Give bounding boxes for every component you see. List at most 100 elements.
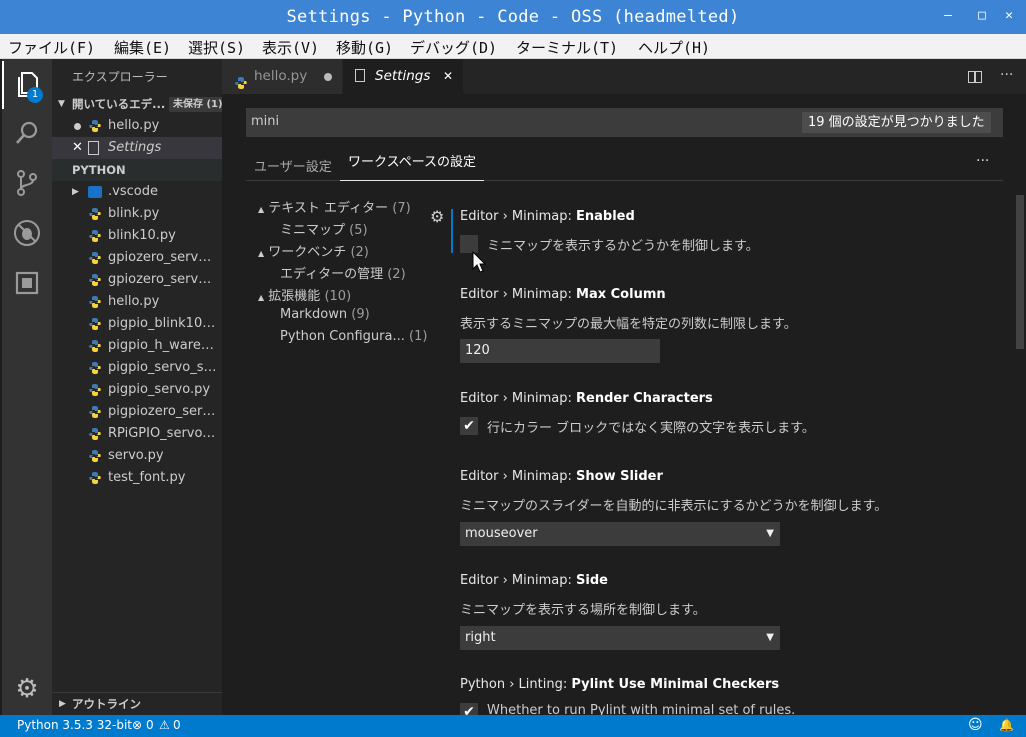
explorer-activity[interactable]: 1 <box>2 61 52 109</box>
file-item[interactable]: RPiGPIO_servo.py <box>52 423 222 445</box>
toc-item[interactable]: Python Configura... (1) <box>280 329 427 344</box>
tab-settings[interactable]: Settings ✕ <box>343 59 463 94</box>
search-activity[interactable] <box>2 109 52 157</box>
python-file-icon <box>88 317 102 331</box>
menu-debug[interactable]: デバッグ(D) <box>410 37 497 58</box>
expand-triangle-icon: ▶ <box>59 699 66 709</box>
menu-view[interactable]: 表示(V) <box>262 37 319 58</box>
folder-header[interactable]: PYTHON <box>52 159 222 181</box>
warning-count[interactable]: 0 <box>173 718 181 732</box>
source-control-activity[interactable] <box>2 159 52 207</box>
menu-file[interactable]: ファイル(F) <box>8 37 95 58</box>
split-editor-icon[interactable] <box>968 71 982 83</box>
feedback-smiley-icon[interactable]: ☺ <box>968 717 983 733</box>
open-editors-header[interactable]: ▼ 開いているエデ... 未保存 (1) <box>52 93 222 115</box>
render-characters-checkbox[interactable]: ✔ <box>460 417 478 435</box>
debug-activity[interactable] <box>2 209 52 257</box>
notifications-bell-icon[interactable]: 🔔 <box>999 718 1014 732</box>
open-editor-item[interactable]: hello.py <box>52 115 222 137</box>
python-file-icon <box>88 471 102 485</box>
setting-name: Side <box>576 573 608 588</box>
file-label: test_font.py <box>108 470 186 485</box>
menu-selection[interactable]: 選択(S) <box>188 37 245 58</box>
show-slider-select[interactable]: mouseover ▼ <box>460 522 780 546</box>
file-item[interactable]: servo.py <box>52 445 222 467</box>
more-actions-icon[interactable]: ··· <box>1000 67 1013 83</box>
menu-bar: ファイル(F) 編集(E) 選択(S) 表示(V) 移動(G) デバッグ(D) … <box>0 34 1026 59</box>
open-editors-label: 開いているエデ... <box>72 97 166 111</box>
toc-item[interactable]: エディターの管理 (2) <box>280 263 406 282</box>
setting-description: 表示するミニマップの最大幅を特定の列数に制限します。 <box>460 317 797 332</box>
dropdown-arrow-icon: ▼ <box>766 528 774 539</box>
folder-label: PYTHON <box>72 163 126 177</box>
toc-item[interactable]: ▲ ワークベンチ (2) <box>258 241 369 260</box>
settings-more-icon[interactable]: ··· <box>976 153 989 169</box>
scrollbar-thumb[interactable] <box>1016 195 1024 349</box>
file-item[interactable]: gpiozero_servo_... <box>52 247 222 269</box>
unsaved-badge: 未保存 (1) <box>169 97 222 112</box>
python-interpreter[interactable]: Python 3.5.3 32-bit <box>17 718 132 732</box>
toc-label: Python Configura... <box>280 329 405 344</box>
toc-label: 拡張機能 <box>268 289 321 304</box>
file-item[interactable]: blink.py <box>52 203 222 225</box>
toc-item[interactable]: Markdown (9) <box>280 307 370 322</box>
source-control-icon <box>17 170 37 196</box>
toc-count: (5) <box>349 223 368 238</box>
file-item[interactable]: blink10.py <box>52 225 222 247</box>
dirty-dot-icon <box>74 123 81 130</box>
file-item[interactable]: pigpio_servo.py <box>52 379 222 401</box>
menu-terminal[interactable]: ターミナル(T) <box>516 37 618 58</box>
python-file-icon <box>88 339 102 353</box>
minimize-button[interactable]: — <box>940 8 956 24</box>
tab-workspace-settings[interactable]: ワークスペースの設定 <box>340 149 485 181</box>
tab-user-settings[interactable]: ユーザー設定 <box>254 156 332 175</box>
setting-gear-icon[interactable]: ⚙ <box>430 207 444 226</box>
toc-count: (1) <box>409 329 428 344</box>
close-icon[interactable]: ✕ <box>72 137 83 159</box>
file-item[interactable]: pigpio_servo_ser... <box>52 357 222 379</box>
file-item[interactable]: hello.py <box>52 291 222 313</box>
file-item[interactable]: gpiozero_servo_f... <box>52 269 222 291</box>
tab-label: hello.py <box>254 68 308 84</box>
toc-item[interactable]: ミニマップ (5) <box>280 219 368 238</box>
maximize-button[interactable]: □ <box>974 8 990 24</box>
result-count-badge: 19 個の設定が見つかりました <box>802 112 991 133</box>
tab-hello-py[interactable]: hello.py <box>222 59 342 94</box>
file-icon <box>88 141 99 155</box>
toc-label: テキスト エディター <box>268 201 389 216</box>
minimap-side-select[interactable]: right ▼ <box>460 626 780 650</box>
close-window-button[interactable]: ✕ <box>1001 8 1017 24</box>
python-file-icon <box>88 273 102 287</box>
open-editor-item[interactable]: ✕ Settings <box>52 137 222 159</box>
file-item[interactable]: pigpio_blink10.py <box>52 313 222 335</box>
menu-help[interactable]: ヘルプ(H) <box>638 37 710 58</box>
error-count[interactable]: 0 <box>146 718 154 732</box>
warning-icon: ⚠ <box>159 718 170 732</box>
toc-item[interactable]: ▲ 拡張機能 (10) <box>258 285 351 304</box>
max-column-input[interactable]: 120 <box>460 339 660 363</box>
menu-edit[interactable]: 編集(E) <box>114 37 171 58</box>
setting-title: Editor › Minimap: Show Slider <box>460 469 663 484</box>
file-item[interactable]: test_font.py <box>52 467 222 489</box>
gear-icon: ⚙ <box>15 674 39 704</box>
file-label: gpiozero_servo_f... <box>108 272 218 287</box>
file-label: pigpiozero_servo... <box>108 404 218 419</box>
sidebar-title: エクスプローラー <box>72 70 168 84</box>
close-icon[interactable]: ✕ <box>443 59 453 94</box>
manage-activity[interactable]: ⚙ <box>2 665 52 713</box>
focus-indicator <box>451 209 453 253</box>
setting-description: 行にカラー ブロックではなく実際の文字を表示します。 <box>487 421 815 436</box>
file-item[interactable]: pigpio_h_ware_s... <box>52 335 222 357</box>
search-input[interactable]: mini <box>251 114 279 129</box>
outline-header[interactable]: ▶ アウトライン <box>52 692 222 714</box>
menu-go[interactable]: 移動(G) <box>336 37 393 58</box>
file-item[interactable]: pigpiozero_servo... <box>52 401 222 423</box>
settings-search[interactable]: mini 19 個の設定が見つかりました <box>246 108 1003 137</box>
open-editor-label: hello.py <box>108 118 160 133</box>
dropdown-arrow-icon: ▼ <box>766 632 774 643</box>
toc-item[interactable]: ▲ テキスト エディター (7) <box>258 197 411 216</box>
python-file-icon <box>88 251 102 265</box>
file-item[interactable]: ▶ .vscode <box>52 181 222 203</box>
extensions-activity[interactable] <box>2 259 52 307</box>
error-icon: ⊗ <box>132 718 143 732</box>
